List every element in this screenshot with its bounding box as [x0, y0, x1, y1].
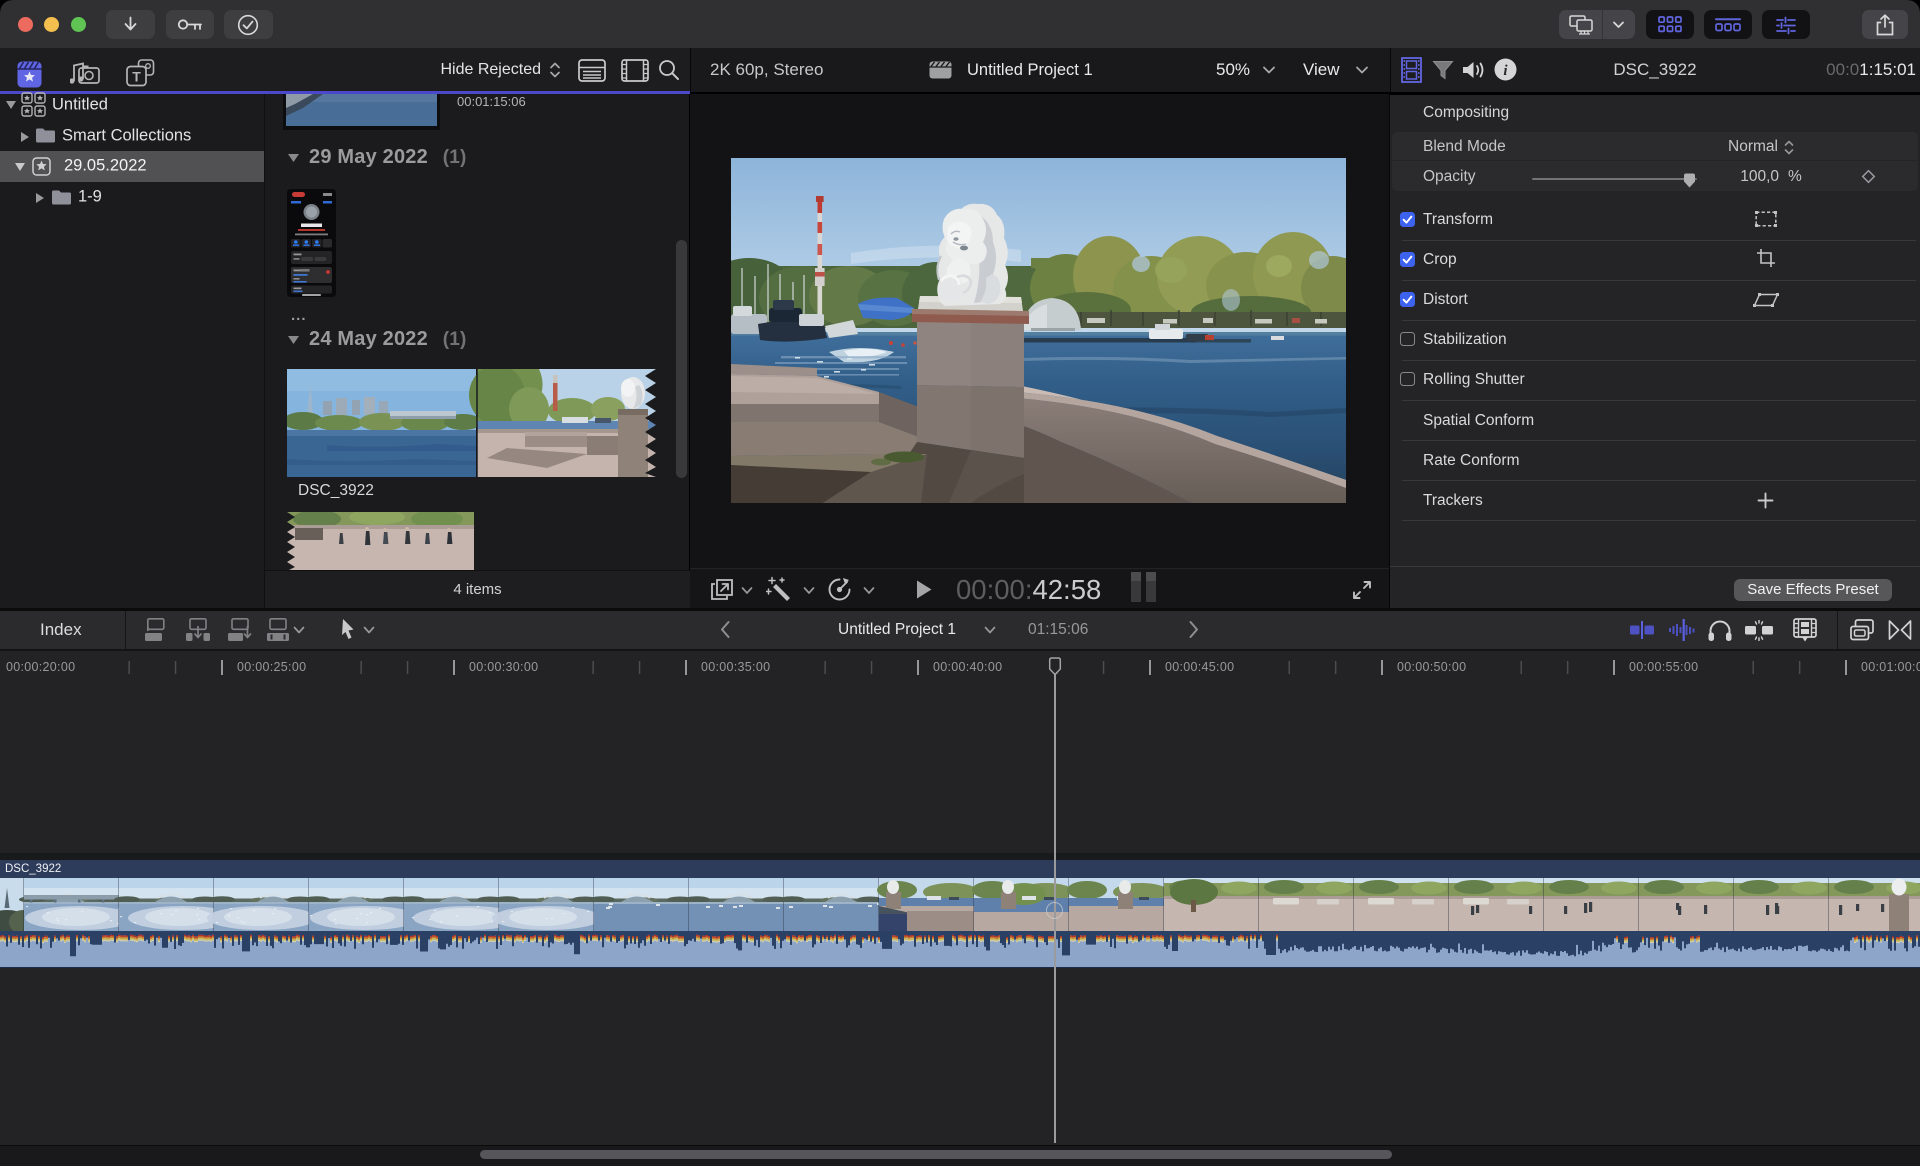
svg-text:T: T: [132, 69, 141, 85]
